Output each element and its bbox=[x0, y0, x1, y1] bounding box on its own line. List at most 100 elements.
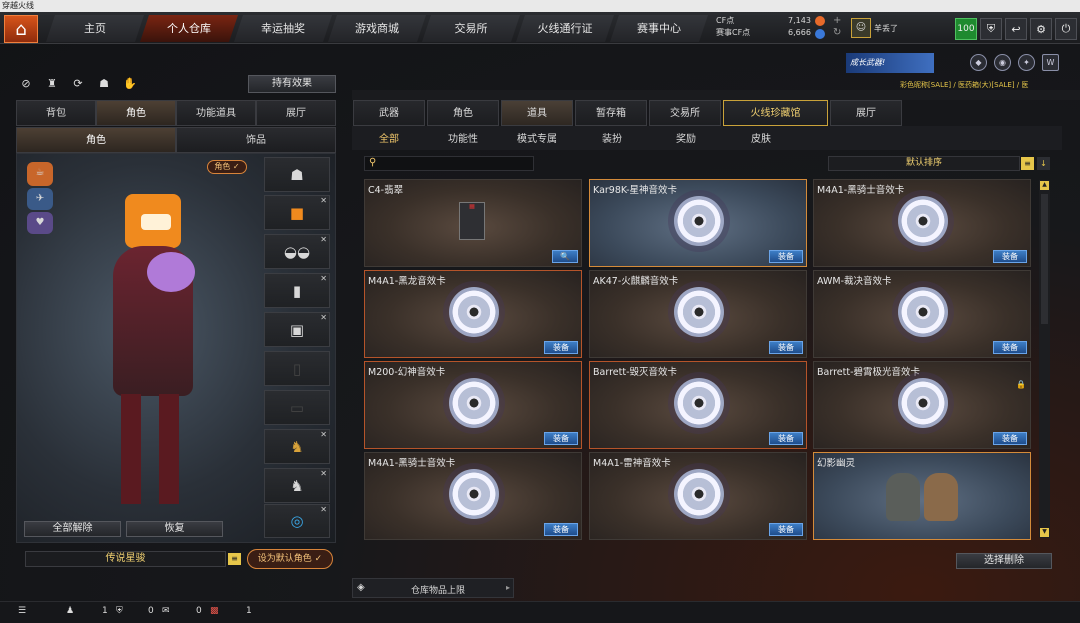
item-card[interactable]: Barrett-碧霄极光音效卡 🔒 装备 bbox=[813, 361, 1031, 449]
chat-icon[interactable]: ✉ bbox=[162, 606, 170, 616]
item-card[interactable]: M4A1-黑骑士音效卡 装备 bbox=[813, 179, 1031, 267]
nav-tab-events[interactable]: 赛事中心 bbox=[610, 15, 708, 42]
list-view-icon[interactable]: ≡ bbox=[1021, 157, 1034, 170]
item-scrollbar[interactable]: ▲ ▼ bbox=[1039, 180, 1050, 538]
item-card[interactable]: C4-翡翠 ▦ 🔍 bbox=[364, 179, 582, 267]
rotate-icon[interactable]: ⟳ bbox=[70, 76, 86, 92]
search-input[interactable]: ⚲ bbox=[364, 156, 534, 171]
category-icon-2[interactable]: ✈ bbox=[27, 188, 53, 210]
growth-weapon-banner[interactable]: 成长武器! bbox=[846, 53, 934, 73]
remove-icon[interactable]: ✕ bbox=[320, 235, 327, 244]
equip-button[interactable]: 装备 bbox=[993, 250, 1027, 263]
filter-all[interactable]: 全部 bbox=[379, 130, 399, 145]
item-card[interactable]: M200-幻神音效卡 装备 bbox=[364, 361, 582, 449]
remove-icon[interactable]: ✕ bbox=[320, 505, 327, 514]
nav-tab-warehouse[interactable]: 个人仓库 bbox=[140, 15, 238, 42]
equip-button[interactable]: 装备 bbox=[769, 341, 803, 354]
equip-button[interactable]: 装备 bbox=[544, 523, 578, 536]
medal-icon-2[interactable]: ◉ bbox=[994, 54, 1011, 71]
restore-button[interactable]: 恢复 bbox=[126, 521, 223, 537]
refresh-icon[interactable]: ↻ bbox=[833, 27, 841, 39]
subtab-accessory[interactable]: 饰品 bbox=[176, 127, 336, 153]
item-card[interactable]: Kar98K-星神音效卡 装备 bbox=[589, 179, 807, 267]
nav-tab-exchange[interactable]: 交易所 bbox=[422, 15, 520, 42]
gear-icon[interactable]: ⚙ bbox=[1030, 18, 1052, 40]
avatar[interactable]: ☺ bbox=[851, 18, 871, 38]
equip-slot-1[interactable]: ☗ bbox=[264, 157, 330, 192]
item-card[interactable]: M4A1-雷神音效卡 装备 bbox=[589, 452, 807, 540]
inspect-button[interactable]: 🔍 bbox=[552, 250, 578, 263]
equip-slot-9[interactable]: ♞ ✕ bbox=[264, 468, 330, 503]
filter-mode[interactable]: 模式专属 bbox=[517, 130, 557, 145]
power-icon[interactable]: ⏻ bbox=[1055, 18, 1077, 40]
storage-limit-bar[interactable]: ◈ 仓库物品上限 ▸ bbox=[352, 578, 514, 598]
equip-slot-7[interactable]: ▭ bbox=[264, 390, 330, 425]
remove-icon[interactable]: ✕ bbox=[320, 469, 327, 478]
tab-items[interactable]: 道具 bbox=[501, 100, 573, 126]
tab-temp-box[interactable]: 暂存箱 bbox=[575, 100, 647, 126]
tab-roles[interactable]: 角色 bbox=[427, 100, 499, 126]
remove-icon[interactable]: ✕ bbox=[320, 196, 327, 205]
hand-icon[interactable]: ✋ bbox=[122, 76, 138, 92]
off-toggle-icon[interactable]: ⊘ bbox=[18, 76, 34, 92]
tab-gallery[interactable]: 展厅 bbox=[256, 100, 336, 126]
equip-slot-10[interactable]: ◎ ✕ bbox=[264, 504, 330, 538]
pose-icon[interactable]: ☗ bbox=[96, 76, 112, 92]
role-badge[interactable]: 角色 ✓ bbox=[207, 160, 247, 174]
clear-all-button[interactable]: 全部解除 bbox=[24, 521, 121, 537]
friends-icon[interactable]: ♟ bbox=[66, 606, 74, 616]
filter-skin[interactable]: 皮肤 bbox=[751, 130, 771, 145]
item-card[interactable]: AWM-裁决音效卡 装备 bbox=[813, 270, 1031, 358]
stats-icon[interactable]: ♜ bbox=[44, 76, 60, 92]
item-card[interactable]: AK47-火麒麟音效卡 装备 bbox=[589, 270, 807, 358]
add-icon[interactable]: + bbox=[833, 15, 841, 27]
tab-trade[interactable]: 交易所 bbox=[649, 100, 721, 126]
equip-button[interactable]: 装备 bbox=[769, 523, 803, 536]
equip-slot-8[interactable]: ♞ ✕ bbox=[264, 429, 330, 464]
tab-backpack[interactable]: 背包 bbox=[16, 100, 96, 126]
equip-button[interactable]: 装备 bbox=[993, 341, 1027, 354]
scroll-thumb[interactable] bbox=[1041, 194, 1048, 324]
equip-button[interactable]: 装备 bbox=[769, 432, 803, 445]
equip-slot-2[interactable]: ■ ✕ bbox=[264, 195, 330, 230]
hold-effect-button[interactable]: 持有效果 bbox=[248, 75, 336, 93]
equip-button[interactable]: 装备 bbox=[769, 250, 803, 263]
select-delete-button[interactable]: 选择删除 bbox=[956, 553, 1052, 569]
team-icon[interactable]: ⛨ bbox=[116, 606, 123, 616]
item-card[interactable]: M4A1-黑龙音效卡 装备 bbox=[364, 270, 582, 358]
gift-icon[interactable]: ▩ bbox=[210, 606, 219, 616]
equip-slot-3[interactable]: ◒◒ ✕ bbox=[264, 234, 330, 269]
medal-icon-4[interactable]: W bbox=[1042, 54, 1059, 71]
shield-icon[interactable]: ⛨ bbox=[980, 18, 1002, 40]
category-icon-1[interactable]: ☕ bbox=[27, 162, 53, 186]
tab-functional[interactable]: 功能道具 bbox=[176, 100, 256, 126]
tab-character[interactable]: 角色 bbox=[96, 100, 176, 126]
equip-button[interactable]: 装备 bbox=[544, 432, 578, 445]
nav-tab-pass[interactable]: 火线通行证 bbox=[516, 15, 614, 42]
menu-icon[interactable]: ≡ bbox=[228, 553, 241, 565]
filter-reward[interactable]: 奖励 bbox=[676, 130, 696, 145]
remove-icon[interactable]: ✕ bbox=[320, 430, 327, 439]
medal-icon-3[interactable]: ✦ bbox=[1018, 54, 1035, 71]
equip-button[interactable]: 装备 bbox=[544, 341, 578, 354]
filter-dress[interactable]: 装扮 bbox=[602, 130, 622, 145]
category-icon-3[interactable]: ♥ bbox=[27, 212, 53, 234]
remove-icon[interactable]: ✕ bbox=[320, 313, 327, 322]
item-card[interactable]: Barrett-毁灭音效卡 装备 bbox=[589, 361, 807, 449]
set-default-character-button[interactable]: 设为默认角色 ✓ bbox=[247, 549, 333, 569]
subtab-role[interactable]: 角色 bbox=[16, 127, 176, 153]
equip-slot-6[interactable]: ▯ bbox=[264, 351, 330, 386]
nav-tab-shop[interactable]: 游戏商城 bbox=[328, 15, 426, 42]
exit-icon[interactable]: ↩ bbox=[1005, 18, 1027, 40]
scroll-up-icon[interactable]: ▲ bbox=[1040, 181, 1049, 190]
nav-tab-lottery[interactable]: 幸运抽奖 bbox=[234, 15, 332, 42]
sort-dropdown[interactable]: 默认排序 bbox=[828, 156, 1020, 171]
tab-collection[interactable]: 火线珍藏馆 bbox=[723, 100, 828, 126]
scroll-down-icon[interactable]: ▼ bbox=[1040, 528, 1049, 537]
list-icon[interactable]: ☰ bbox=[18, 606, 26, 616]
item-card[interactable]: 幻影幽灵 bbox=[813, 452, 1031, 540]
home-icon[interactable]: ⌂ bbox=[4, 15, 38, 43]
sort-desc-icon[interactable]: ↓ bbox=[1037, 157, 1050, 170]
equip-slot-4[interactable]: ▮ ✕ bbox=[264, 273, 330, 308]
tab-weapons[interactable]: 武器 bbox=[353, 100, 425, 126]
